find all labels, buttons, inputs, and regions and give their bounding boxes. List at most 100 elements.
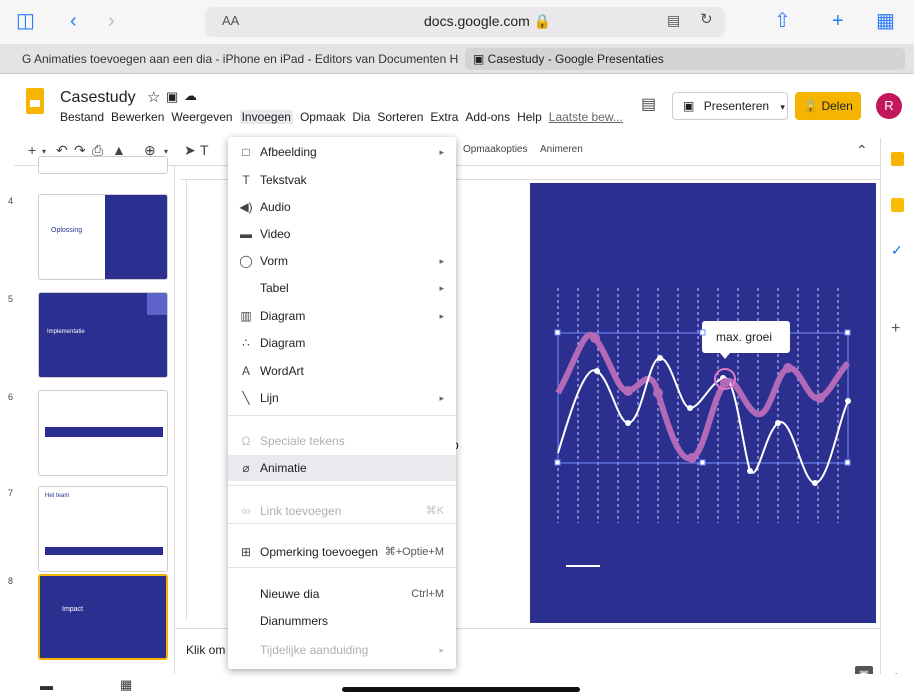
- menu-item-label: Dianummers: [260, 614, 329, 628]
- menu-bewerken[interactable]: Bewerken: [111, 110, 164, 124]
- tab-casestudy[interactable]: ▣ Casestudy - Google Presentaties: [465, 48, 905, 70]
- menu-item-tijdelijke-aanduiding[interactable]: Tijdelijke aanduiding ▸: [228, 637, 456, 663]
- menu-addons[interactable]: Add-ons: [465, 110, 510, 124]
- menu-opmaak[interactable]: Opmaak: [300, 110, 345, 124]
- menu-dia[interactable]: Dia: [352, 110, 370, 124]
- tasks-icon[interactable]: ✓: [891, 242, 903, 259]
- share-icon[interactable]: ⇧: [774, 9, 791, 33]
- menu-item-label: Animatie: [260, 461, 307, 475]
- comments-icon[interactable]: ▤: [641, 94, 656, 114]
- menu-item-opmerking-toevoegen[interactable]: ⊞ Opmerking toevoegen ⌘+Optie+M: [228, 539, 456, 565]
- add-addon-icon[interactable]: +: [891, 320, 900, 338]
- new-tab-icon[interactable]: +: [832, 9, 844, 33]
- present-icon: ▣: [683, 99, 695, 113]
- extensions-icon[interactable]: ▤: [667, 12, 680, 29]
- menu-item-label: Vorm: [260, 254, 289, 268]
- menu-item-wordart[interactable]: A WordArt: [228, 358, 456, 384]
- tab-animaties[interactable]: G Animaties toevoegen aan een dia - iPho…: [14, 48, 464, 70]
- move-folder-icon[interactable]: ▣: [166, 89, 178, 105]
- animate-button[interactable]: Animeren: [540, 144, 583, 155]
- menu-item-label: WordArt: [260, 364, 304, 378]
- submenu-arrow-icon: ▸: [439, 283, 444, 293]
- menu-item-label: Tijdelijke aanduiding: [260, 643, 369, 657]
- menu-item-diagram[interactable]: ▥ Diagram ▸: [228, 303, 456, 329]
- star-icon[interactable]: ☆: [147, 88, 160, 106]
- new-slide-chevron-icon[interactable]: ▾: [42, 147, 46, 156]
- menu-item-diagram[interactable]: ∴ Diagram: [228, 330, 456, 356]
- slide-thumbnail-6[interactable]: [38, 390, 168, 476]
- slide-thumbnail[interactable]: [38, 156, 168, 174]
- menu-item-label: Opmerking toevoegen: [260, 545, 379, 559]
- menu-item-vorm[interactable]: ◯ Vorm ▸: [228, 248, 456, 274]
- share-button[interactable]: 🔒 Delen: [795, 92, 861, 120]
- sidebar-icon[interactable]: ◫: [16, 9, 35, 33]
- last-edit-link[interactable]: Laatste bew...: [549, 110, 623, 124]
- wordart-icon: A: [241, 364, 250, 378]
- slide-number: 4: [8, 196, 14, 206]
- grid-view-icon[interactable]: ▦: [120, 677, 132, 693]
- new-slide-icon[interactable]: +: [28, 142, 36, 158]
- menu-item-speciale-tekens[interactable]: Ω Speciale tekens: [228, 428, 456, 454]
- menu-bar: Bestand Bewerken Weergeven Invoegen Opmaak Di…: [60, 110, 630, 128]
- back-icon[interactable]: ‹: [70, 9, 77, 33]
- slide-blue-panel[interactable]: max. groei: [530, 183, 876, 623]
- keep-icon[interactable]: [891, 152, 904, 166]
- menu-item-tabel[interactable]: Tabel ▸: [228, 275, 456, 301]
- insert-menu: □ Afbeelding ▸ T Tekstvak ◀) Audio ▬ Video ◯ Vorm ▸…: [228, 137, 456, 669]
- comment-add-icon: ⊞: [240, 545, 252, 559]
- tab-strip: G Animaties toevoegen aan een dia - iPho…: [0, 44, 914, 74]
- menu-item-nieuwe-dia[interactable]: Nieuwe dia Ctrl+M: [228, 581, 456, 607]
- menu-item-link-toevoegen[interactable]: ∞ Link toevoegen ⌘K: [228, 498, 456, 524]
- cloud-status-icon: ☁: [184, 88, 197, 103]
- menu-item-lijn[interactable]: ╲ Lijn ▸: [228, 385, 456, 411]
- menu-bestand[interactable]: Bestand: [60, 110, 104, 124]
- document-title[interactable]: Casestudy: [60, 89, 136, 107]
- audio-icon: ◀): [239, 200, 253, 214]
- present-button[interactable]: ▣ Presenteren ▾: [672, 92, 788, 120]
- slide-thumbnail-8[interactable]: Impact: [38, 574, 168, 660]
- select-icon[interactable]: ➤: [184, 142, 196, 159]
- menu-sorteren[interactable]: Sorteren: [377, 110, 423, 124]
- slide-number: 5: [8, 294, 14, 304]
- menu-item-shortcut: ⌘K: [425, 505, 444, 517]
- reload-icon[interactable]: ↻: [700, 10, 713, 28]
- menu-help[interactable]: Help: [517, 110, 542, 124]
- reader-aa-button[interactable]: AA: [222, 13, 239, 28]
- menu-item-label: Link toevoegen: [260, 504, 342, 518]
- tasks-note-icon[interactable]: [891, 198, 904, 212]
- chevron-down-icon[interactable]: ▾: [780, 102, 785, 112]
- menu-item-animatie[interactable]: ⌀ Animatie: [228, 455, 456, 481]
- textbox-tool-icon[interactable]: T: [200, 142, 209, 158]
- collapse-icon[interactable]: ⌃: [856, 142, 868, 159]
- url-text[interactable]: docs.google.com 🔒: [424, 13, 551, 30]
- growth-chart-graphic[interactable]: max. groei: [530, 183, 876, 623]
- menu-extra[interactable]: Extra: [430, 110, 458, 124]
- menu-item-dianummers[interactable]: Dianummers: [228, 608, 456, 634]
- diagram-icon: ∴: [242, 336, 250, 350]
- menu-weergeven[interactable]: Weergeven: [171, 110, 232, 124]
- slide-corner-shape: [147, 293, 167, 315]
- menu-item-audio[interactable]: ◀) Audio: [228, 194, 456, 220]
- menu-item-label: Afbeelding: [260, 145, 317, 159]
- home-indicator: [342, 687, 580, 692]
- format-options-button[interactable]: Opmaakopties: [463, 144, 527, 155]
- menu-item-video[interactable]: ▬ Video: [228, 221, 456, 247]
- forward-icon[interactable]: ›: [108, 9, 115, 33]
- slide-thumbnail-5[interactable]: Implementatie: [38, 292, 168, 378]
- list-view-icon[interactable]: ▬: [40, 678, 53, 693]
- slide-thumbnail-7[interactable]: Het team: [38, 486, 168, 572]
- slides-logo-icon[interactable]: [26, 88, 44, 114]
- zoom-chevron-icon[interactable]: ▾: [164, 147, 168, 156]
- avatar[interactable]: R: [876, 93, 902, 119]
- slide-title: Oplossing: [51, 227, 83, 234]
- submenu-arrow-icon: ▸: [439, 393, 444, 403]
- chart-callout-label[interactable]: max. groei: [716, 330, 772, 344]
- menu-item-label: Tekstvak: [260, 173, 307, 187]
- menu-item-tekstvak[interactable]: T Tekstvak: [228, 167, 456, 193]
- menu-item-afbeelding[interactable]: □ Afbeelding ▸: [228, 139, 456, 165]
- tabs-overview-icon[interactable]: ▦: [876, 9, 895, 33]
- menu-item-label: Diagram: [260, 336, 306, 350]
- slide-panel: [105, 195, 167, 279]
- slide-thumbnail-4[interactable]: Oplossing: [38, 194, 168, 280]
- menu-invoegen[interactable]: Invoegen: [239, 110, 293, 124]
